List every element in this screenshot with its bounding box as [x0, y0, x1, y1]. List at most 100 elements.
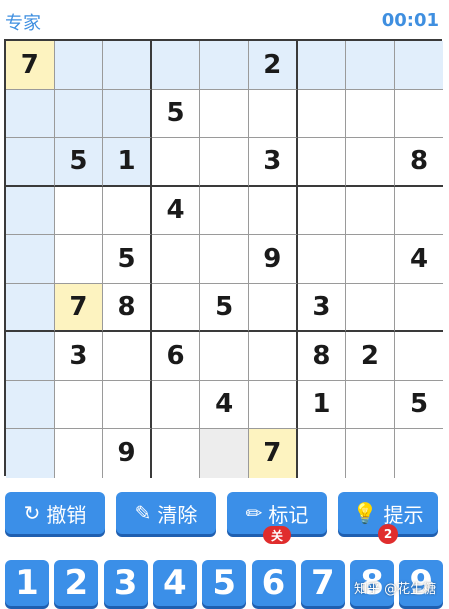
cell-r7c7[interactable]: 8	[297, 332, 347, 381]
cell-r5c3[interactable]: 5	[103, 235, 152, 284]
cell-r1c5[interactable]	[200, 41, 249, 90]
cell-r9c7[interactable]	[297, 429, 347, 478]
cell-r6c4[interactable]	[151, 283, 201, 332]
cell-r7c6[interactable]	[248, 332, 298, 381]
number-key-6[interactable]: 6	[251, 560, 296, 606]
cell-r2c9[interactable]	[394, 89, 444, 138]
hint-count-badge: 2	[378, 524, 398, 544]
cell-r6c6[interactable]	[248, 283, 298, 332]
cell-r3c3[interactable]: 1	[103, 138, 152, 187]
cell-r5c5[interactable]	[200, 235, 249, 284]
cell-r3c2[interactable]: 5	[54, 138, 104, 187]
cell-r5c1[interactable]	[6, 235, 55, 284]
cell-r3c1[interactable]	[6, 138, 55, 187]
cell-r5c9[interactable]: 4	[394, 235, 444, 284]
cell-r2c3[interactable]	[103, 89, 152, 138]
cell-r5c7[interactable]	[297, 235, 347, 284]
cell-r7c1[interactable]	[6, 332, 55, 381]
cell-r5c6[interactable]: 9	[248, 235, 298, 284]
cell-r1c7[interactable]	[297, 41, 347, 90]
cell-r8c6[interactable]	[248, 380, 298, 429]
cell-r8c8[interactable]	[346, 380, 395, 429]
undo-button[interactable]: ↻ 撤销	[5, 492, 105, 534]
pencil-icon: ✏	[245, 501, 263, 525]
cell-r7c3[interactable]	[103, 332, 152, 381]
cell-r3c7[interactable]	[297, 138, 347, 187]
cell-r5c2[interactable]	[54, 235, 104, 284]
cell-r2c4[interactable]: 5	[151, 89, 201, 138]
cell-r2c1[interactable]	[6, 89, 55, 138]
cell-r3c6[interactable]: 3	[248, 138, 298, 187]
cell-r4c6[interactable]	[248, 186, 298, 235]
cell-r7c2[interactable]: 3	[54, 332, 104, 381]
cell-r8c5[interactable]: 4	[200, 380, 249, 429]
cell-r4c8[interactable]	[346, 186, 395, 235]
cell-r9c1[interactable]	[6, 429, 55, 478]
cell-r4c7[interactable]	[297, 186, 347, 235]
erase-label: 清除	[157, 502, 198, 527]
eraser-icon: ✎	[134, 501, 152, 525]
cell-r6c7[interactable]: 3	[297, 283, 347, 332]
cell-r4c9[interactable]	[394, 186, 444, 235]
cell-r1c6[interactable]: 2	[248, 41, 298, 90]
cell-r2c2[interactable]	[54, 89, 104, 138]
cell-r9c9[interactable]	[394, 429, 444, 478]
cell-r6c9[interactable]	[394, 283, 444, 332]
cell-r9c6[interactable]: 7	[248, 429, 298, 478]
erase-button[interactable]: ✎ 清除	[116, 492, 216, 534]
cell-r2c7[interactable]	[297, 89, 347, 138]
hint-button[interactable]: 💡 提示 2	[338, 492, 438, 544]
cell-r8c4[interactable]	[151, 380, 201, 429]
cell-r9c2[interactable]	[54, 429, 104, 478]
number-key-1[interactable]: 1	[5, 560, 49, 606]
cell-r1c3[interactable]	[103, 41, 152, 90]
cell-r3c9[interactable]: 8	[394, 138, 444, 187]
cell-r7c4[interactable]: 6	[151, 332, 201, 381]
cell-r3c8[interactable]	[346, 138, 395, 187]
cell-r6c1[interactable]	[6, 283, 55, 332]
cell-r6c5[interactable]: 5	[200, 283, 249, 332]
cell-r5c8[interactable]	[346, 235, 395, 284]
cell-r9c5[interactable]	[200, 429, 249, 478]
number-key-3[interactable]: 3	[103, 560, 148, 606]
cell-r3c4[interactable]	[151, 138, 201, 187]
cell-r4c5[interactable]	[200, 186, 249, 235]
cell-r6c2[interactable]: 7	[54, 283, 104, 332]
cell-r7c8[interactable]: 2	[346, 332, 395, 381]
number-key-7[interactable]: 7	[300, 560, 345, 606]
cell-r1c9[interactable]	[394, 41, 444, 90]
cell-r8c1[interactable]	[6, 380, 55, 429]
cell-r1c8[interactable]	[346, 41, 395, 90]
cell-r9c8[interactable]	[346, 429, 395, 478]
cell-r8c9[interactable]: 5	[394, 380, 444, 429]
cell-r5c4[interactable]	[151, 235, 201, 284]
cell-r2c5[interactable]	[200, 89, 249, 138]
cell-r4c3[interactable]	[103, 186, 152, 235]
cell-r8c2[interactable]	[54, 380, 104, 429]
cell-r1c2[interactable]	[54, 41, 104, 90]
cell-r9c4[interactable]	[151, 429, 201, 478]
cell-r9c3[interactable]: 9	[103, 429, 152, 478]
undo-icon: ↻	[23, 501, 41, 525]
cell-r7c9[interactable]	[394, 332, 444, 381]
cell-r8c3[interactable]	[103, 380, 152, 429]
cell-r1c1[interactable]: 7	[6, 41, 55, 90]
cell-r2c8[interactable]	[346, 89, 395, 138]
cell-r2c6[interactable]	[248, 89, 298, 138]
number-key-4[interactable]: 4	[152, 560, 197, 606]
cell-r1c4[interactable]	[151, 41, 201, 90]
cell-r8c7[interactable]: 1	[297, 380, 347, 429]
cell-r6c8[interactable]	[346, 283, 395, 332]
cell-r7c5[interactable]	[200, 332, 249, 381]
notes-button[interactable]: ✏ 标记 关	[227, 492, 327, 544]
cell-r4c4[interactable]: 4	[151, 186, 201, 235]
difficulty-label: 专家	[5, 13, 41, 34]
cell-r3c5[interactable]	[200, 138, 249, 187]
cell-r4c1[interactable]	[6, 186, 55, 235]
timer: 00:01	[381, 10, 439, 31]
notes-label: 标记	[268, 502, 309, 527]
number-key-5[interactable]: 5	[202, 560, 247, 606]
cell-r4c2[interactable]	[54, 186, 104, 235]
cell-r6c3[interactable]: 8	[103, 283, 152, 332]
number-key-2[interactable]: 2	[54, 560, 99, 606]
